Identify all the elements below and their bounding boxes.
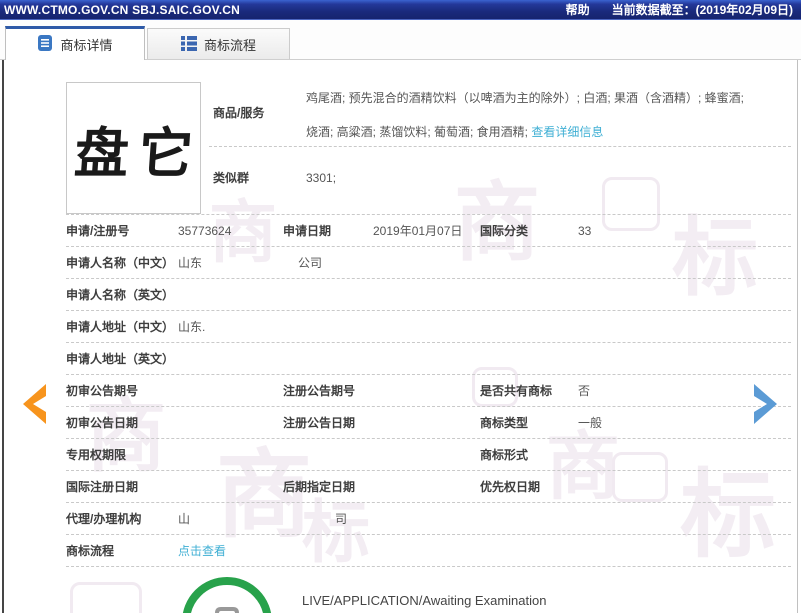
list-icon [181,35,197,54]
applicant-name-cn-value: 山东 [178,254,283,271]
application-date-value: 2019年01月07日 [373,222,480,239]
view-details-link[interactable]: 查看详细信息 [531,125,603,139]
applicant-name-cn-label: 申请人名称（中文） [66,254,178,271]
first-gazette-no-label: 初审公告期号 [66,382,178,399]
next-record-button[interactable] [752,382,784,426]
table-row-intl-reg-date: 国际注册日期 后期指定日期 优先权日期 [66,471,791,503]
application-number-value: 35773624 [178,224,283,238]
application-date-label: 申请日期 [283,222,373,239]
table-row-applicant-address-en: 申请人地址（英文） [66,343,791,375]
tab-trademark-detail[interactable]: 商标详情 [5,26,145,60]
applicant-name-en-label: 申请人名称（英文） [66,286,178,303]
top-bar: WWW.CTMO.GOV.CN SBJ.SAIC.GOV.CN 帮助 当前数据截… [0,0,801,20]
data-cutoff-label: 当前数据截至：(2019年02月09日) [612,1,793,18]
reg-gazette-date-label: 注册公告日期 [283,414,373,431]
applicant-address-cn-value: 山东. [178,318,283,335]
tab-trademark-flow[interactable]: 商标流程 [147,28,290,59]
tab-label: 商标流程 [204,35,256,54]
table-row-application-number: 申请/注册号 35773624 申请日期 2019年01月07日 国际分类 33 [66,215,791,247]
previous-record-button[interactable] [16,382,48,426]
intl-reg-date-label: 国际注册日期 [66,478,178,495]
table-row-agency: 代理/办理机构 山 司 [66,503,791,535]
later-designation-date-label: 后期指定日期 [283,478,373,495]
table-row-first-gazette-no: 初审公告期号 注册公告期号 是否共有商标 否 [66,375,791,407]
status-section: LIVE/APPLICATION/Awaiting Examination [66,567,791,613]
trademark-mark-text: 盘它 [62,109,206,188]
table-row-applicant-address-cn: 申请人地址（中文） 山东. [66,311,791,343]
applicant-address-cn-label: 申请人地址（中文） [66,318,178,335]
agency-value: 山 [178,510,283,527]
shared-trademark-label: 是否共有商标 [480,382,578,399]
trademark-flow-label: 商标流程 [66,542,178,559]
document-icon [37,35,53,54]
tab-strip: 商标详情 商标流程 [0,20,801,60]
trademark-image: 盘它 [66,82,201,214]
help-link[interactable]: 帮助 [566,1,590,18]
trademark-detail-page: WWW.CTMO.GOV.CN SBJ.SAIC.GOV.CN 帮助 当前数据截… [0,0,801,613]
application-number-label: 申请/注册号 [66,222,178,239]
applicant-name-cn-value-2: 公司 [283,254,373,271]
intl-class-value: 33 [578,224,791,238]
reg-gazette-no-label: 注册公告期号 [283,382,373,399]
similar-group-label: 类似群 [209,147,306,214]
goods-line-1: 鸡尾酒; 预先混合的酒精饮料（以啤酒为主的除外）; 白酒; 果酒（含酒精）; 蜂… [306,88,791,108]
goods-services-row: 商品/服务 鸡尾酒; 预先混合的酒精饮料（以啤酒为主的除外）; 白酒; 果酒（含… [209,82,791,147]
goods-line-2: 烧酒; 高粱酒; 蒸馏饮料; 葡萄酒; 食用酒精; 查看详细信息 [306,122,791,142]
goods-services-value: 鸡尾酒; 预先混合的酒精饮料（以啤酒为主的除外）; 白酒; 果酒（含酒精）; 蜂… [306,82,791,146]
agency-label: 代理/办理机构 [66,510,178,527]
goods-services-label: 商品/服务 [209,82,306,146]
trademark-summary-section: 盘它 商品/服务 鸡尾酒; 预先混合的酒精饮料（以啤酒为主的除外）; 白酒; 果… [66,82,791,215]
exclusive-right-period-label: 专用权期限 [66,446,178,463]
table-row-trademark-flow: 商标流程 点击查看 [66,535,791,567]
first-gazette-date-label: 初审公告日期 [66,414,178,431]
similar-group-row: 类似群 3301; [209,147,791,214]
site-title: WWW.CTMO.GOV.CN SBJ.SAIC.GOV.CN [4,3,240,17]
status-live-icon [182,577,272,613]
applicant-address-en-label: 申请人地址（英文） [66,350,178,367]
tab-label: 商标详情 [60,35,112,54]
status-text: LIVE/APPLICATION/Awaiting Examination [302,593,546,608]
trademark-form-label: 商标形式 [480,446,578,463]
click-to-view-link[interactable]: 点击查看 [178,542,283,559]
table-row-exclusive-right-period: 专用权期限 商标形式 [66,439,791,471]
chevron-left-icon [16,382,48,426]
table-row-first-gazette-date: 初审公告日期 注册公告日期 商标类型 一般 [66,407,791,439]
building-glyph-icon [199,607,255,613]
detail-panel: 商 标 商 商 商 标 商 标 盘它 商品/服务 [2,60,798,613]
similar-group-value: 3301; [306,147,336,214]
priority-date-label: 优先权日期 [480,478,578,495]
table-row-applicant-name-en: 申请人名称（英文） [66,279,791,311]
intl-class-label: 国际分类 [480,222,578,239]
trademark-type-label: 商标类型 [480,414,578,431]
chevron-right-icon [752,382,784,426]
table-row-applicant-name-cn: 申请人名称（中文） 山东 公司 [66,247,791,279]
agency-value-2: 司 [283,510,373,527]
